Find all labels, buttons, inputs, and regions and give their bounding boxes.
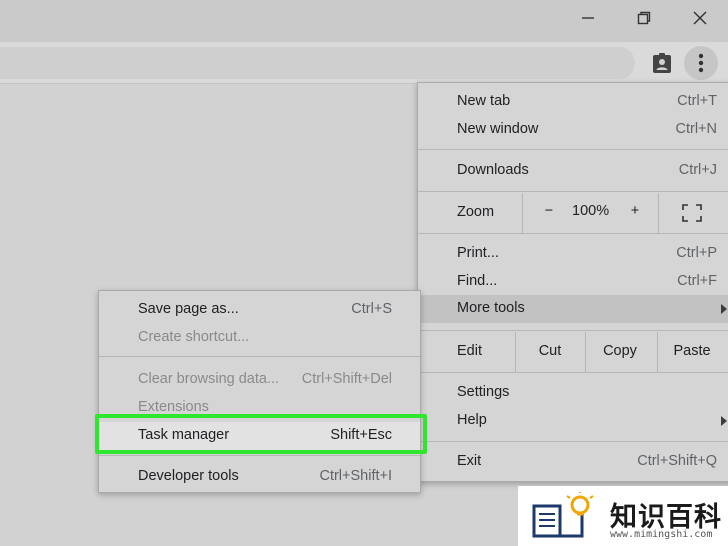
watermark-url: www.mimingshi.com (610, 529, 713, 540)
menu-separator (418, 330, 728, 331)
browser-toolbar (0, 42, 728, 84)
menu-item-label: Downloads (457, 162, 529, 178)
menu-item-exit[interactable]: Exit Ctrl+Shift+Q (418, 448, 728, 476)
more-tools-submenu: Save page as... Ctrl+S Create shortcut..… (98, 290, 421, 493)
submenu-item-label: Save page as... (138, 301, 239, 317)
menu-item-shortcut: Ctrl+T (677, 93, 717, 109)
submenu-item-clear-browsing-data: Clear browsing data... Ctrl+Shift+Del (99, 366, 420, 394)
menu-item-find[interactable]: Find... Ctrl+F (418, 268, 728, 296)
watermark: 知识百科 www.mimingshi.com (518, 486, 728, 546)
menu-item-label: Exit (457, 453, 482, 469)
zoom-label: Zoom (457, 204, 495, 220)
menu-item-shortcut: Ctrl+N (675, 121, 718, 137)
menu-item-shortcut: Ctrl+F (677, 273, 717, 289)
close-icon (693, 11, 707, 25)
task-manager-highlight-box (95, 414, 427, 454)
menu-item-downloads[interactable]: Downloads Ctrl+J (418, 157, 728, 185)
address-bar[interactable] (0, 47, 635, 79)
submenu-separator (99, 455, 420, 456)
submenu-item-developer-tools[interactable]: Developer tools Ctrl+Shift+I (99, 463, 420, 491)
copy-button[interactable]: Copy (585, 343, 655, 359)
book-lightbulb-logo-icon (532, 492, 594, 538)
title-bar (0, 0, 728, 42)
profile-badge-icon (653, 53, 671, 73)
zoom-divider (658, 193, 659, 233)
submenu-item-shortcut: Ctrl+Shift+Del (301, 371, 392, 387)
submenu-arrow-icon (721, 416, 727, 426)
submenu-separator (99, 356, 420, 357)
fullscreen-icon[interactable] (682, 204, 702, 222)
menu-item-shortcut: Ctrl+J (678, 162, 717, 178)
menu-item-settings[interactable]: Settings (418, 379, 728, 407)
submenu-item-label: Extensions (138, 399, 209, 415)
chrome-menu: New tab Ctrl+T New window Ctrl+N Downloa… (417, 82, 728, 482)
zoom-row: Zoom − 100% + (418, 193, 728, 233)
menu-item-label: More tools (457, 300, 525, 316)
menu-item-label: Print... (457, 245, 499, 261)
menu-item-label: New window (457, 121, 539, 137)
profile-button[interactable] (645, 46, 679, 80)
menu-item-new-window[interactable]: New window Ctrl+N (418, 116, 728, 144)
menu-separator (418, 233, 728, 234)
edit-label: Edit (457, 343, 482, 359)
menu-item-print[interactable]: Print... Ctrl+P (418, 240, 728, 268)
three-dots-vertical-icon (698, 53, 704, 73)
close-button[interactable] (672, 0, 728, 36)
chrome-menu-button[interactable] (684, 46, 718, 80)
submenu-item-label: Create shortcut... (138, 329, 250, 345)
submenu-item-label: Developer tools (138, 468, 239, 484)
menu-separator (418, 441, 728, 442)
edit-row: Edit Cut Copy Paste (418, 332, 728, 372)
submenu-arrow-icon (721, 304, 727, 314)
restore-button[interactable] (616, 0, 672, 36)
menu-separator (418, 191, 728, 192)
menu-separator (418, 372, 728, 373)
menu-item-label: New tab (457, 93, 511, 109)
menu-item-label: Settings (457, 384, 510, 400)
zoom-in-button[interactable]: + (628, 203, 642, 219)
submenu-item-create-shortcut: Create shortcut... (99, 324, 420, 352)
submenu-item-label: Clear browsing data... (138, 371, 280, 387)
menu-separator (418, 149, 728, 150)
minimize-icon (582, 17, 594, 19)
zoom-divider (522, 193, 523, 233)
menu-item-shortcut: Ctrl+Shift+Q (637, 453, 717, 469)
minimize-button[interactable] (560, 0, 616, 36)
submenu-item-shortcut: Ctrl+Shift+I (319, 468, 392, 484)
menu-item-help[interactable]: Help (418, 407, 728, 435)
zoom-level: 100% (572, 203, 610, 219)
menu-item-label: Help (457, 412, 487, 428)
menu-item-new-tab[interactable]: New tab Ctrl+T (418, 88, 728, 116)
menu-item-shortcut: Ctrl+P (676, 245, 717, 261)
paste-button[interactable]: Paste (657, 343, 727, 359)
cut-button[interactable]: Cut (515, 343, 585, 359)
restore-icon (637, 11, 651, 25)
submenu-item-save-page[interactable]: Save page as... Ctrl+S (99, 296, 420, 324)
menu-item-more-tools[interactable]: More tools (418, 295, 728, 323)
submenu-item-shortcut: Ctrl+S (351, 301, 392, 317)
zoom-out-button[interactable]: − (542, 203, 556, 219)
menu-item-label: Find... (457, 273, 498, 289)
